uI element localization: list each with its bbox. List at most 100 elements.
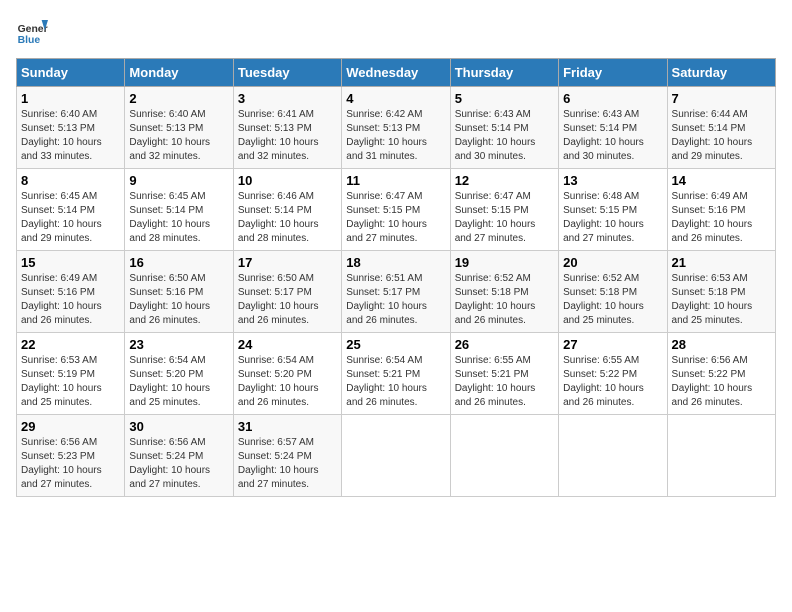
calendar-day-2: 2Sunrise: 6:40 AM Sunset: 5:13 PM Daylig… [125,87,233,169]
day-number: 9 [129,173,228,188]
calendar-day-7: 7 Sunrise: 6:44 AM Sunset: 5:14 PM Daylig… [667,87,775,169]
calendar-day-30: 30 Sunrise: 6:56 AM Sunset: 5:24 PM Dayli… [125,415,233,497]
calendar-week-1: 1 Sunrise: 6:40 AM Sunset: 5:13 PM Daylig… [17,87,776,169]
day-info: Sunrise: 6:56 AM Sunset: 5:22 PM Dayligh… [672,354,771,410]
day-number: 12 [455,173,554,188]
logo: General Blue [16,16,48,48]
empty-cell [559,415,667,497]
day-info: Sunrise: 6:47 AM Sunset: 5:15 PM Dayligh… [346,190,445,246]
weekday-header-monday: Monday [125,59,233,87]
day-number: 16 [129,255,228,270]
svg-text:Blue: Blue [18,35,41,46]
day-info: Sunrise: 6:44 AM Sunset: 5:14 PM Dayligh… [672,108,771,164]
empty-cell [342,415,450,497]
day-info: Sunrise: 6:56 AM Sunset: 5:24 PM Dayligh… [129,436,228,492]
day-info: Sunrise: 6:54 AM Sunset: 5:21 PM Dayligh… [346,354,445,410]
weekday-header-saturday: Saturday [667,59,775,87]
day-info: Sunrise: 6:43 AM Sunset: 5:14 PM Dayligh… [455,108,554,164]
calendar-day-16: 16 Sunrise: 6:50 AM Sunset: 5:16 PM Dayli… [125,251,233,333]
day-info: Sunrise: 6:45 AM Sunset: 5:14 PM Dayligh… [21,190,120,246]
day-number: 19 [455,255,554,270]
calendar-day-17: 17Sunrise: 6:50 AM Sunset: 5:17 PM Dayli… [233,251,341,333]
empty-cell [667,415,775,497]
day-info: Sunrise: 6:55 AM Sunset: 5:22 PM Dayligh… [563,354,662,410]
calendar-day-18: 18Sunrise: 6:51 AM Sunset: 5:17 PM Dayli… [342,251,450,333]
day-info: Sunrise: 6:57 AM Sunset: 5:24 PM Dayligh… [238,436,337,492]
calendar-day-22: 22Sunrise: 6:53 AM Sunset: 5:19 PM Dayli… [17,333,125,415]
day-number: 14 [672,173,771,188]
day-number: 5 [455,91,554,106]
day-info: Sunrise: 6:41 AM Sunset: 5:13 PM Dayligh… [238,108,337,164]
day-number: 24 [238,337,337,352]
day-number: 18 [346,255,445,270]
calendar-day-31: 31Sunrise: 6:57 AM Sunset: 5:24 PM Dayli… [233,415,341,497]
day-info: Sunrise: 6:42 AM Sunset: 5:13 PM Dayligh… [346,108,445,164]
day-info: Sunrise: 6:55 AM Sunset: 5:21 PM Dayligh… [455,354,554,410]
day-number: 21 [672,255,771,270]
day-number: 27 [563,337,662,352]
calendar-day-13: 13 Sunrise: 6:48 AM Sunset: 5:15 PM Dayli… [559,169,667,251]
day-number: 4 [346,91,445,106]
calendar-day-11: 11 Sunrise: 6:47 AM Sunset: 5:15 PM Dayli… [342,169,450,251]
day-info: Sunrise: 6:47 AM Sunset: 5:15 PM Dayligh… [455,190,554,246]
day-number: 26 [455,337,554,352]
day-info: Sunrise: 6:52 AM Sunset: 5:18 PM Dayligh… [455,272,554,328]
day-number: 30 [129,419,228,434]
calendar-day-4: 4 Sunrise: 6:42 AM Sunset: 5:13 PM Daylig… [342,87,450,169]
calendar-day-24: 24 Sunrise: 6:54 AM Sunset: 5:20 PM Dayli… [233,333,341,415]
day-number: 7 [672,91,771,106]
calendar-week-4: 22Sunrise: 6:53 AM Sunset: 5:19 PM Dayli… [17,333,776,415]
day-info: Sunrise: 6:49 AM Sunset: 5:16 PM Dayligh… [21,272,120,328]
day-number: 11 [346,173,445,188]
day-info: Sunrise: 6:54 AM Sunset: 5:20 PM Dayligh… [238,354,337,410]
day-number: 1 [21,91,120,106]
calendar-day-10: 10Sunrise: 6:46 AM Sunset: 5:14 PM Dayli… [233,169,341,251]
header: General Blue [16,16,776,48]
weekday-header-tuesday: Tuesday [233,59,341,87]
day-number: 13 [563,173,662,188]
day-info: Sunrise: 6:48 AM Sunset: 5:15 PM Dayligh… [563,190,662,246]
weekday-header-sunday: Sunday [17,59,125,87]
calendar-week-3: 15 Sunrise: 6:49 AM Sunset: 5:16 PM Dayli… [17,251,776,333]
calendar-day-25: 25 Sunrise: 6:54 AM Sunset: 5:21 PM Dayli… [342,333,450,415]
calendar-week-2: 8Sunrise: 6:45 AM Sunset: 5:14 PM Daylig… [17,169,776,251]
calendar-day-20: 20 Sunrise: 6:52 AM Sunset: 5:18 PM Dayli… [559,251,667,333]
day-info: Sunrise: 6:53 AM Sunset: 5:19 PM Dayligh… [21,354,120,410]
weekday-header-wednesday: Wednesday [342,59,450,87]
day-number: 25 [346,337,445,352]
calendar-day-19: 19 Sunrise: 6:52 AM Sunset: 5:18 PM Dayli… [450,251,558,333]
day-info: Sunrise: 6:50 AM Sunset: 5:16 PM Dayligh… [129,272,228,328]
day-number: 28 [672,337,771,352]
day-number: 6 [563,91,662,106]
day-number: 23 [129,337,228,352]
calendar-day-15: 15 Sunrise: 6:49 AM Sunset: 5:16 PM Dayli… [17,251,125,333]
day-number: 29 [21,419,120,434]
calendar-day-27: 27 Sunrise: 6:55 AM Sunset: 5:22 PM Dayli… [559,333,667,415]
calendar-day-28: 28 Sunrise: 6:56 AM Sunset: 5:22 PM Dayli… [667,333,775,415]
calendar-table: SundayMondayTuesdayWednesdayThursdayFrid… [16,58,776,497]
day-number: 15 [21,255,120,270]
calendar-day-9: 9Sunrise: 6:45 AM Sunset: 5:14 PM Daylig… [125,169,233,251]
calendar-day-6: 6 Sunrise: 6:43 AM Sunset: 5:14 PM Daylig… [559,87,667,169]
day-info: Sunrise: 6:40 AM Sunset: 5:13 PM Dayligh… [21,108,120,164]
calendar-day-3: 3 Sunrise: 6:41 AM Sunset: 5:13 PM Daylig… [233,87,341,169]
calendar-day-29: 29 Sunrise: 6:56 AM Sunset: 5:23 PM Dayli… [17,415,125,497]
calendar-day-1: 1 Sunrise: 6:40 AM Sunset: 5:13 PM Daylig… [17,87,125,169]
calendar-day-21: 21Sunrise: 6:53 AM Sunset: 5:18 PM Dayli… [667,251,775,333]
day-info: Sunrise: 6:52 AM Sunset: 5:18 PM Dayligh… [563,272,662,328]
calendar-day-12: 12 Sunrise: 6:47 AM Sunset: 5:15 PM Dayli… [450,169,558,251]
day-info: Sunrise: 6:49 AM Sunset: 5:16 PM Dayligh… [672,190,771,246]
day-info: Sunrise: 6:43 AM Sunset: 5:14 PM Dayligh… [563,108,662,164]
day-info: Sunrise: 6:50 AM Sunset: 5:17 PM Dayligh… [238,272,337,328]
calendar-day-26: 26 Sunrise: 6:55 AM Sunset: 5:21 PM Dayli… [450,333,558,415]
logo-icon: General Blue [16,16,48,48]
calendar-day-14: 14 Sunrise: 6:49 AM Sunset: 5:16 PM Dayli… [667,169,775,251]
day-number: 20 [563,255,662,270]
empty-cell [450,415,558,497]
day-number: 3 [238,91,337,106]
day-info: Sunrise: 6:56 AM Sunset: 5:23 PM Dayligh… [21,436,120,492]
day-info: Sunrise: 6:46 AM Sunset: 5:14 PM Dayligh… [238,190,337,246]
day-number: 2 [129,91,228,106]
calendar-day-5: 5 Sunrise: 6:43 AM Sunset: 5:14 PM Daylig… [450,87,558,169]
day-info: Sunrise: 6:54 AM Sunset: 5:20 PM Dayligh… [129,354,228,410]
